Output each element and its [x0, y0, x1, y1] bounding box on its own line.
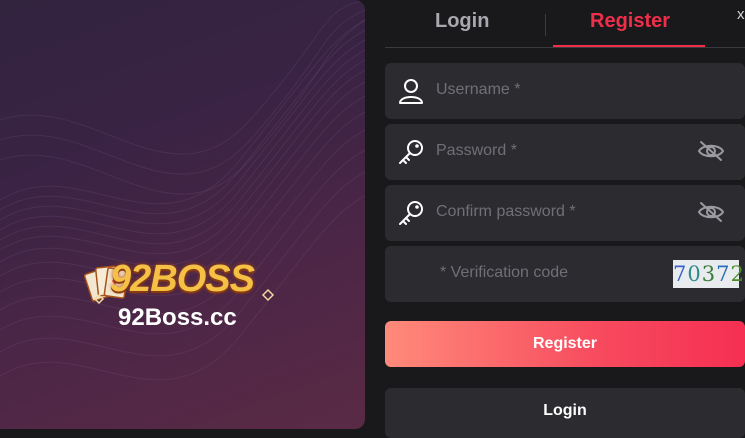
login-button[interactable]: Login: [385, 388, 745, 438]
username-field[interactable]: Username *: [385, 63, 745, 119]
brand-logo: 92BOSS: [110, 258, 255, 300]
confirm-password-field[interactable]: Confirm password *: [385, 185, 745, 241]
captcha-digit: 0: [687, 262, 702, 286]
tab-register[interactable]: Register: [590, 10, 670, 33]
eye-off-icon[interactable]: [697, 200, 725, 224]
user-icon: [399, 79, 423, 104]
brand-domain: 92Boss.cc: [118, 304, 237, 331]
close-icon[interactable]: x: [737, 6, 745, 23]
captcha-digit: 2: [730, 262, 745, 286]
password-field[interactable]: Password *: [385, 124, 745, 180]
active-tab-indicator: [553, 45, 705, 47]
tabs-baseline: [385, 47, 745, 48]
key-icon: [399, 140, 423, 164]
wave-background: [0, 0, 365, 381]
password-placeholder: Password *: [436, 142, 517, 159]
tab-login[interactable]: Login: [435, 10, 489, 33]
brand-panel: 92BOSS 92Boss.cc: [0, 0, 365, 429]
username-placeholder: Username *: [436, 81, 521, 98]
key-icon: [399, 201, 423, 225]
captcha-digit: 7: [716, 262, 731, 286]
register-button[interactable]: Register: [385, 321, 745, 367]
captcha-digit: 7: [673, 262, 688, 286]
verification-placeholder: * Verification code: [440, 264, 569, 281]
tab-divider: [545, 14, 546, 36]
verification-code-field[interactable]: * Verification code 70372: [385, 246, 745, 302]
eye-off-icon[interactable]: [697, 139, 725, 163]
auth-panel: Login Register x Username * Password * C…: [365, 0, 745, 438]
captcha-digit: 3: [701, 262, 717, 286]
captcha-image[interactable]: 70372: [673, 260, 744, 288]
confirm-password-placeholder: Confirm password *: [436, 203, 576, 220]
